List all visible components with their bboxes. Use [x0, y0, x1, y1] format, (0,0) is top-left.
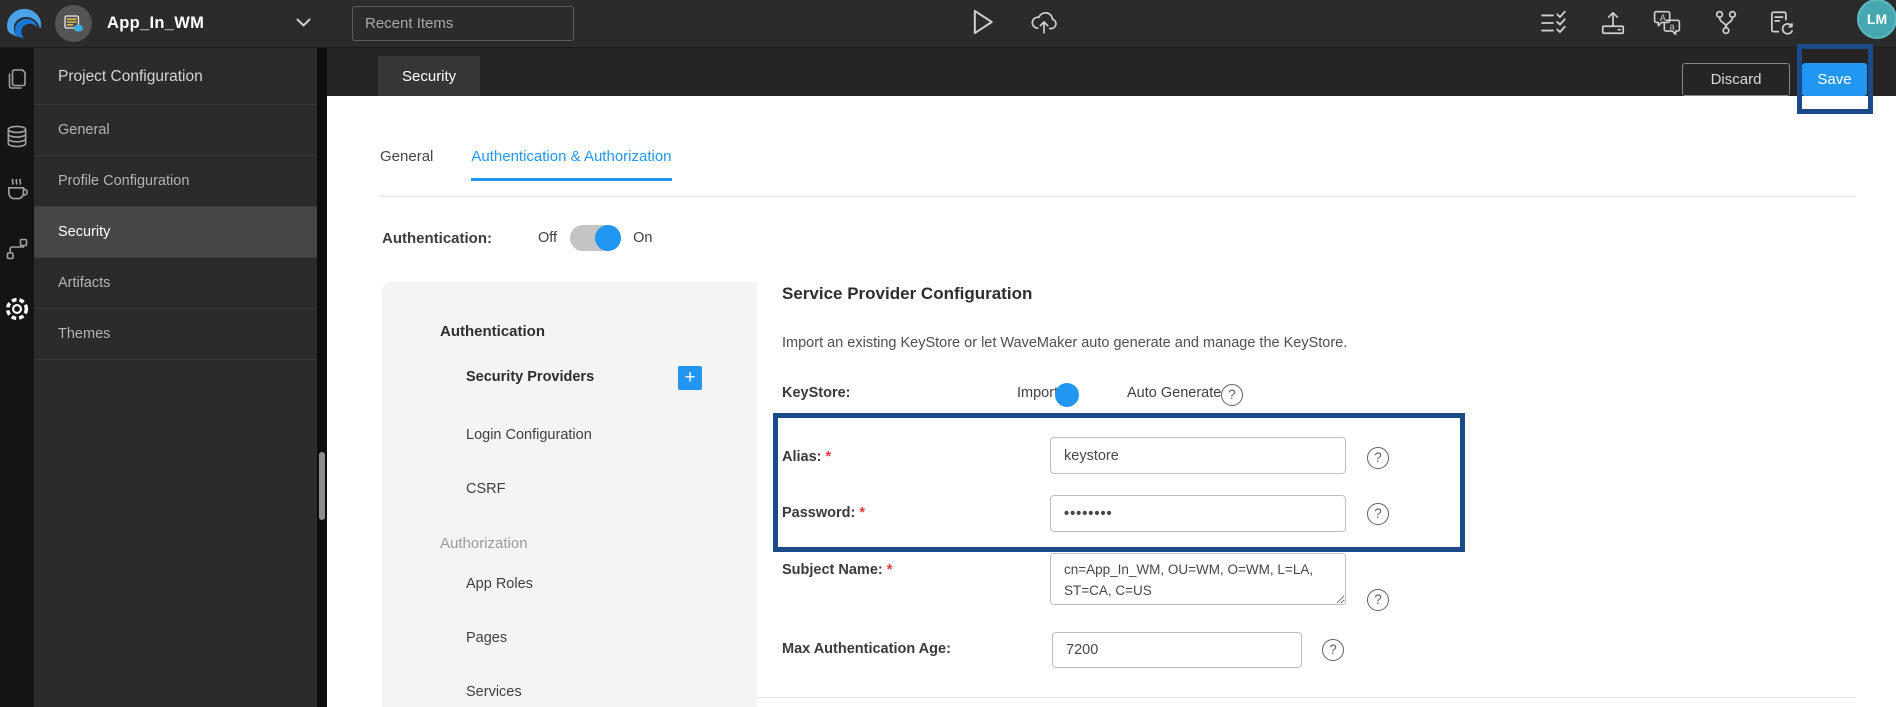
- tab-authentication-authorization[interactable]: Authentication & Authorization: [471, 148, 672, 181]
- password-label: Password: *: [782, 505, 865, 521]
- help-icon[interactable]: ?: [1367, 503, 1389, 525]
- sidebar-item-general[interactable]: General: [34, 105, 317, 156]
- export-icon[interactable]: [1598, 9, 1628, 37]
- required-marker: *: [825, 449, 832, 465]
- sidebar-item-security[interactable]: Security: [34, 207, 317, 258]
- checklist-icon[interactable]: [1540, 9, 1568, 37]
- discard-button[interactable]: Discard: [1682, 63, 1790, 96]
- subject-name-label: Subject Name: *: [782, 562, 892, 578]
- help-icon[interactable]: ?: [1221, 384, 1243, 406]
- wavemaker-logo-icon: [2, 2, 46, 46]
- max-auth-age-label: Max Authentication Age:: [782, 641, 951, 657]
- required-marker: *: [859, 505, 865, 521]
- tab-general[interactable]: General: [380, 148, 433, 181]
- nav-item-security-providers[interactable]: Security Providers: [466, 369, 594, 385]
- run-app-icon[interactable]: [970, 8, 996, 36]
- toggle-knob: [1055, 383, 1079, 407]
- branch-icon[interactable]: [1712, 9, 1740, 37]
- keystore-import-label: Import: [1017, 385, 1059, 401]
- subject-name-textarea[interactable]: cn=App_In_WM, OU=WM, O=WM, L=LA, ST=CA, …: [1050, 553, 1346, 605]
- sidebar-title: Project Configuration: [34, 48, 317, 105]
- help-icon[interactable]: ?: [1367, 589, 1389, 611]
- keystore-auto-generate-label: Auto Generate: [1127, 385, 1222, 401]
- settings-gear-icon[interactable]: [3, 295, 31, 323]
- doc-sync-icon[interactable]: [1766, 9, 1796, 37]
- security-panel-nav: Authentication Security Providers + Logi…: [382, 282, 757, 707]
- connector-icon[interactable]: [5, 237, 29, 261]
- content-header: Security Discard Save: [327, 48, 1896, 96]
- sidebar-item-themes[interactable]: Themes: [34, 309, 317, 360]
- form-description: Import an existing KeyStore or let WaveM…: [782, 335, 1348, 351]
- left-icon-rail: [0, 48, 34, 707]
- alias-input[interactable]: [1050, 437, 1346, 474]
- scrollbar-thumb[interactable]: [319, 452, 325, 520]
- add-security-provider-button[interactable]: +: [678, 366, 702, 390]
- security-tabs: General Authentication & Authorization: [380, 148, 672, 181]
- recent-items-input[interactable]: [352, 6, 574, 41]
- authentication-label: Authentication:: [382, 229, 492, 247]
- help-icon[interactable]: ?: [1322, 639, 1344, 661]
- save-button[interactable]: Save: [1802, 63, 1867, 96]
- password-input[interactable]: [1050, 495, 1346, 532]
- scroll-gutter: [317, 48, 327, 707]
- nav-item-services[interactable]: Services: [466, 684, 522, 700]
- avatar[interactable]: LM: [1857, 0, 1896, 39]
- sidebar-item-artifacts[interactable]: Artifacts: [34, 258, 317, 309]
- security-doc-tab[interactable]: Security: [378, 56, 481, 96]
- main-content: General Authentication & Authorization A…: [327, 96, 1896, 707]
- toggle-knob: [595, 225, 622, 251]
- toggle-off-label: Off: [538, 230, 558, 246]
- alias-label: Alias: *: [782, 449, 831, 465]
- form-divider: [757, 697, 1856, 698]
- tabs-divider: [380, 196, 1856, 197]
- help-icon[interactable]: ?: [1367, 447, 1389, 469]
- nav-item-app-roles[interactable]: App Roles: [466, 576, 533, 592]
- database-icon[interactable]: [4, 124, 30, 150]
- nav-header-authentication: Authentication: [440, 323, 545, 340]
- authentication-toggle[interactable]: [570, 225, 622, 251]
- password-label-text: Password:: [782, 505, 856, 521]
- topbar: App_In_WM A a: [0, 0, 1896, 48]
- svg-text:a: a: [1669, 21, 1675, 31]
- app-title[interactable]: App_In_WM: [107, 14, 204, 33]
- pages-icon[interactable]: [5, 67, 29, 91]
- authentication-toggle-row: Authentication: Off On: [382, 224, 652, 252]
- toggle-on-label: On: [633, 230, 653, 246]
- nav-header-authorization: Authorization: [440, 535, 528, 552]
- alias-label-text: Alias:: [782, 449, 822, 465]
- chevron-down-icon[interactable]: [296, 18, 311, 28]
- nav-item-login-configuration[interactable]: Login Configuration: [466, 427, 592, 443]
- nav-item-csrf[interactable]: CSRF: [466, 481, 505, 497]
- nav-item-pages[interactable]: Pages: [466, 630, 507, 646]
- sidebar-item-profile-configuration[interactable]: Profile Configuration: [34, 156, 317, 207]
- required-marker: *: [886, 562, 893, 578]
- keystore-label: KeyStore:: [782, 385, 851, 401]
- translate-icon[interactable]: A a: [1652, 9, 1682, 37]
- project-configuration-sidebar: Project Configuration General Profile Co…: [34, 48, 317, 707]
- max-auth-age-input[interactable]: [1052, 632, 1302, 668]
- cloud-upload-icon[interactable]: [1028, 9, 1060, 36]
- subject-name-label-text: Subject Name:: [782, 562, 883, 578]
- form-title: Service Provider Configuration: [782, 284, 1033, 303]
- java-icon[interactable]: [4, 178, 30, 204]
- svg-text:A: A: [1660, 13, 1667, 23]
- app-icon[interactable]: [55, 5, 92, 42]
